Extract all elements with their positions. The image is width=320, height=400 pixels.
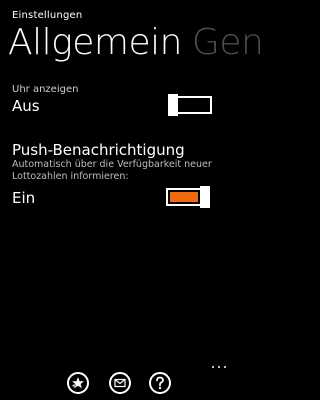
pivot-item-next[interactable]: Gen xyxy=(192,22,264,63)
pivot-header: Allgemein Gen xyxy=(8,22,264,63)
push-setting-description: Automatisch über die Verfügbarkeit neuer… xyxy=(12,159,212,182)
help-icon xyxy=(156,376,164,390)
clock-toggle-switch[interactable] xyxy=(168,94,212,116)
help-button[interactable] xyxy=(149,372,171,394)
push-toggle-switch[interactable] xyxy=(166,186,210,208)
app-title: Einstellungen xyxy=(12,10,83,21)
pivot-item-allgemein[interactable]: Allgemein xyxy=(8,22,182,63)
push-setting-value: Ein xyxy=(12,189,36,207)
star-plus-icon xyxy=(72,377,84,389)
mail-icon xyxy=(114,378,126,388)
clock-setting-label: Uhr anzeigen xyxy=(12,84,79,95)
toggle-thumb xyxy=(200,186,210,208)
more-dots-icon[interactable] xyxy=(212,366,228,372)
toggle-thumb xyxy=(168,94,178,116)
toggle-fill xyxy=(170,192,198,202)
push-setting-title: Push-Benachrichtigung xyxy=(12,141,185,159)
clock-setting-value: Aus xyxy=(12,97,40,115)
mail-button[interactable] xyxy=(109,372,131,394)
star-plus-button[interactable] xyxy=(67,372,89,394)
